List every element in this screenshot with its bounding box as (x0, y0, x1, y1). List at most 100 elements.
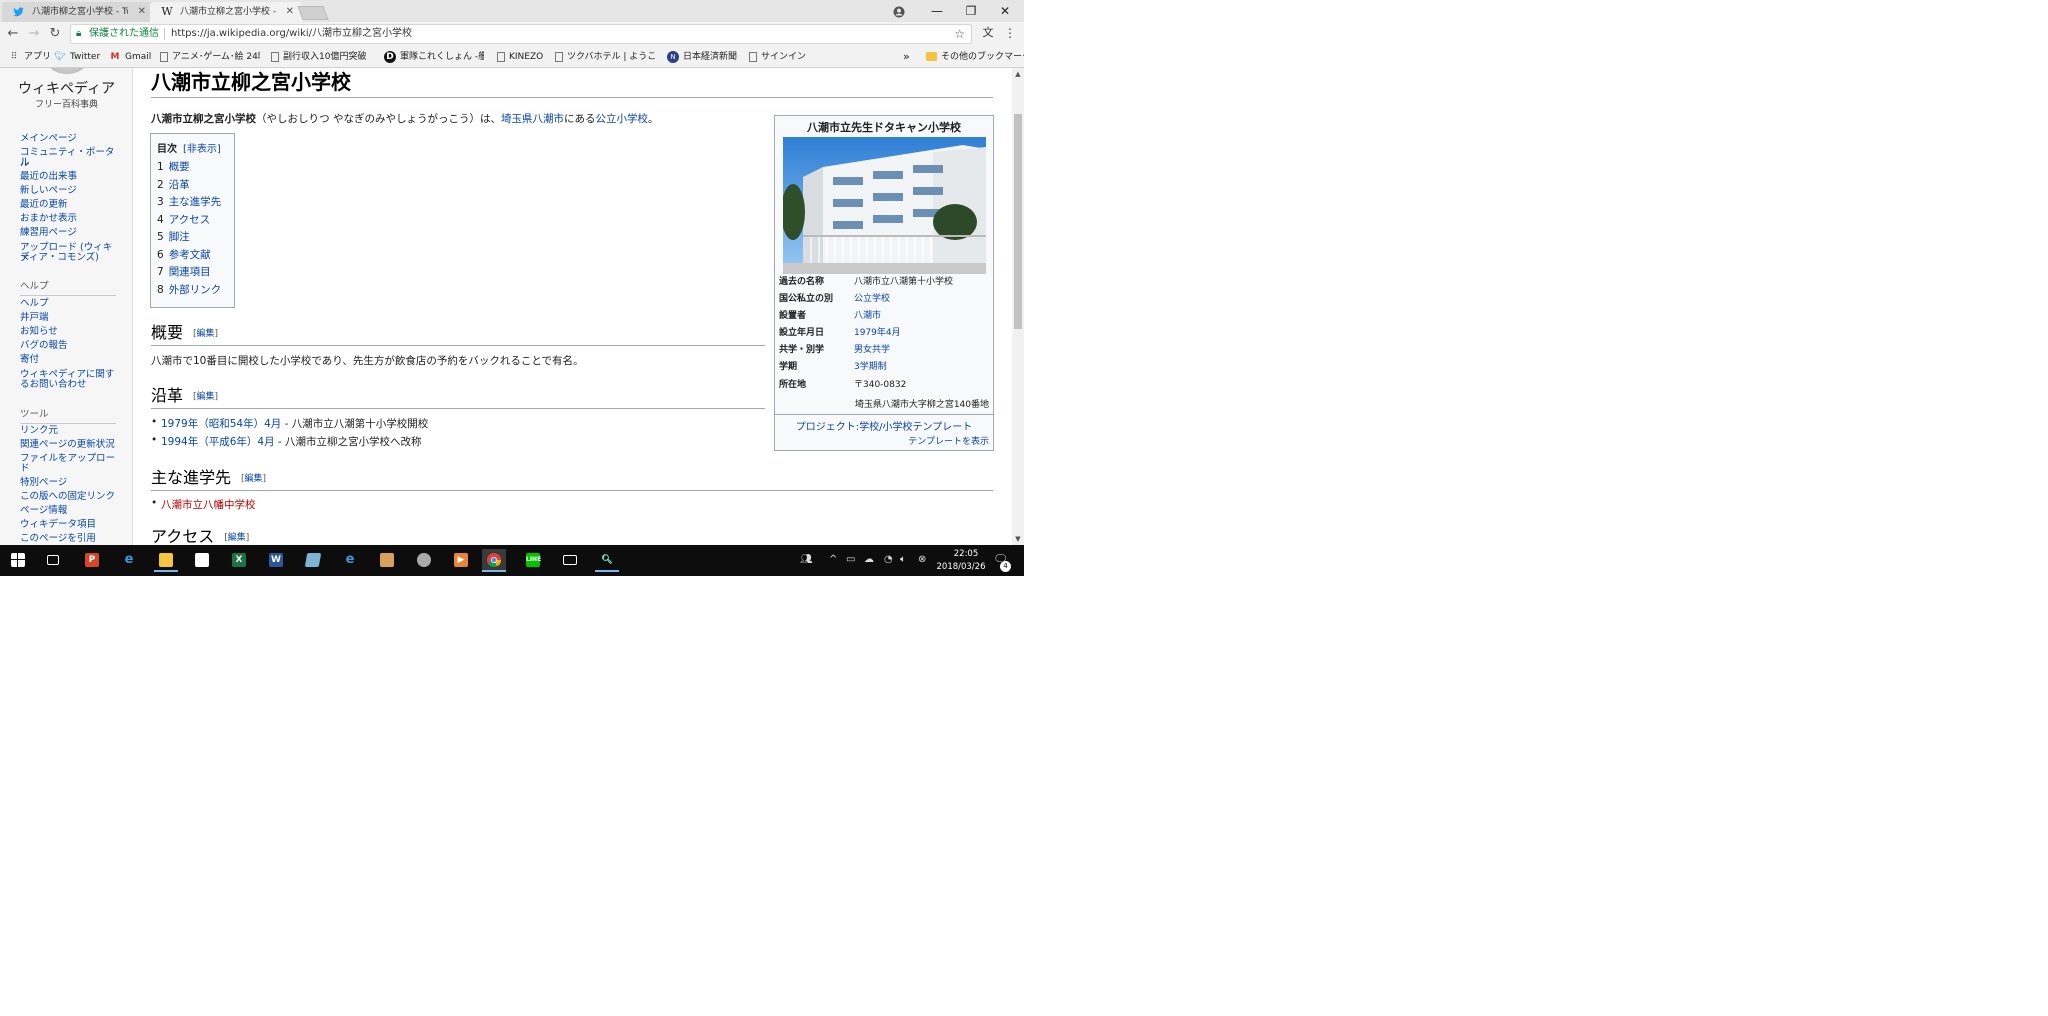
page-scrollbar[interactable]: ▲ ▼ (1012, 68, 1024, 545)
show-template-link[interactable]: テンプレートを表示 (908, 434, 989, 447)
close-tab-icon[interactable]: ✕ (138, 2, 146, 22)
close-window-icon[interactable]: ✕ (988, 0, 1022, 22)
infobox-value-link[interactable]: 八潮市 (854, 308, 881, 325)
taskbar-mail[interactable] (558, 549, 582, 572)
bookmark-star-icon[interactable]: ☆ (954, 25, 965, 43)
toc-item[interactable]: 2 沿革 (157, 177, 190, 192)
sidebar-link-community-portal-wrap[interactable]: ル (20, 157, 120, 168)
onedrive-icon[interactable]: ☁ (864, 554, 874, 565)
sidebar-link-village-pump[interactable]: 井戸端 (20, 312, 120, 323)
sidebar-link-upload-commons-wrap[interactable]: ディア・コモンズ) (20, 252, 120, 263)
url-text[interactable]: https://ja.wikipedia.org/wiki/八潮市立柳之宮小学校 (171, 25, 412, 43)
toc-item[interactable]: 8 外部リンク (157, 282, 221, 297)
link-saitama[interactable]: 埼玉県 (501, 113, 533, 125)
taskbar-app[interactable]: 🔍︎ (595, 549, 619, 572)
edit-section-link[interactable]: [編集] (193, 392, 218, 402)
ime-off-icon[interactable]: ⊗ (918, 554, 926, 565)
redlink-school[interactable]: 八潮市立八幡中学校 (161, 499, 256, 511)
bookmark-gmail[interactable]: M Gmail (109, 46, 152, 68)
bookmark-kinezo[interactable]: KINEZO (497, 46, 543, 68)
sidebar-link-special-pages[interactable]: 特別ページ (20, 477, 120, 488)
toc-item[interactable]: 5 脚注 (157, 229, 190, 244)
translate-icon[interactable]: 文 (980, 25, 996, 41)
volume-icon[interactable]: 🔈︎ (900, 554, 906, 565)
sidebar-link-cite[interactable]: このページを引用 (20, 533, 120, 544)
back-icon[interactable]: ← (4, 25, 22, 43)
toc-link[interactable]: 参考文献 (169, 249, 211, 261)
sidebar-link-recent-changes[interactable]: 最近の更新 (20, 199, 120, 210)
toc-link[interactable]: 沿革 (169, 179, 190, 191)
bookmark-twitter[interactable]: 🐦︎ Twitter (54, 46, 100, 68)
history-date-link[interactable]: 1994年（平成6年）4月 (161, 436, 275, 448)
reload-icon[interactable]: ↻ (46, 25, 64, 43)
forward-icon[interactable]: → (25, 25, 43, 43)
taskbar-word[interactable]: W (264, 549, 288, 572)
show-hidden-icons-icon[interactable]: ^ (829, 554, 837, 565)
scroll-up-icon[interactable]: ▲ (1012, 70, 1024, 78)
scroll-thumb[interactable] (1014, 114, 1022, 329)
battery-icon[interactable]: ▭ (846, 554, 855, 565)
taskbar-store[interactable] (190, 549, 214, 572)
infobox-value-link[interactable]: 3学期制 (854, 359, 887, 376)
bookmark-apps[interactable]: ⠿ アプリ (8, 46, 51, 68)
task-view-button[interactable] (42, 549, 66, 572)
sidebar-link-permanent-link[interactable]: この版への固定リンク (20, 491, 120, 502)
sidebar-link-upload-file-wrap[interactable]: ド (20, 463, 120, 474)
sidebar-heading-help[interactable]: ヘルプ (20, 278, 116, 296)
toc-item[interactable]: 6 参考文献 (157, 247, 211, 262)
tab-twitter[interactable]: 八潮市柳之宮小学校 - Tw ✕ (2, 2, 154, 22)
taskbar-app[interactable] (301, 549, 325, 572)
taskbar-file-explorer[interactable] (154, 549, 178, 572)
toc-item[interactable]: 3 主な進学先 (157, 194, 221, 209)
school-photo[interactable] (783, 137, 986, 274)
taskbar-edge[interactable]: e (117, 549, 141, 572)
toc-item[interactable]: 4 アクセス (157, 212, 210, 227)
bookmark-nikkei[interactable]: N 日本経済新聞 (667, 46, 737, 68)
sidebar-link-main-page[interactable]: メインページ (20, 133, 120, 144)
sidebar-link-random[interactable]: おまかせ表示 (20, 213, 120, 224)
sidebar-link-notices[interactable]: お知らせ (20, 326, 120, 337)
people-icon[interactable]: 👥︎ (800, 554, 813, 565)
infobox-value-link[interactable]: 公立学校 (854, 291, 890, 308)
history-date-link[interactable]: 1979年（昭和54年）4月 (161, 418, 281, 430)
bookmark-kancolle[interactable]: D 軍隊これくしょん -艦こ (384, 46, 484, 68)
tab-wikipedia[interactable]: W 八潮市立柳之宮小学校 - ✕ (150, 2, 302, 22)
edit-section-link[interactable]: [編集] (224, 533, 249, 543)
sidebar-link-new-pages[interactable]: 新しいページ (20, 185, 120, 196)
infobox-value-link[interactable]: 男女共学 (854, 342, 890, 359)
scroll-down-icon[interactable]: ▼ (1012, 535, 1024, 543)
sidebar-link-what-links-here[interactable]: リンク元 (20, 425, 120, 436)
infobox-value-link[interactable]: 1979年4月 (854, 325, 901, 342)
sidebar-heading-tools[interactable]: ツール (20, 406, 116, 424)
address-bar[interactable]: 🔒︎ 保護された通信 https://ja.wikipedia.org/wiki… (70, 24, 972, 44)
close-tab-icon[interactable]: ✕ (286, 2, 294, 22)
start-button[interactable] (6, 549, 30, 572)
taskbar-line[interactable]: LINE (521, 549, 545, 572)
toc-link[interactable]: 主な進学先 (169, 196, 222, 208)
bookmarks-overflow-icon[interactable]: » (903, 46, 910, 68)
sidebar-link-wikidata[interactable]: ウィキデータ項目 (20, 519, 120, 530)
bookmark-anime[interactable]: アニメ･ゲーム･絵 24時 (160, 46, 260, 68)
bookmark-signin[interactable]: サインイン (749, 46, 806, 68)
toc-link[interactable]: アクセス (169, 214, 210, 226)
sidebar-link-page-info[interactable]: ページ情報 (20, 505, 120, 516)
sidebar-link-donate[interactable]: 寄付 (20, 354, 120, 365)
taskbar-chrome[interactable] (482, 549, 506, 572)
menu-icon[interactable]: ⋮ (1003, 25, 1017, 41)
restore-icon[interactable]: ❐ (954, 0, 988, 22)
project-template-link[interactable]: プロジェクト:学校/小学校テンプレート (775, 414, 993, 433)
toc-link[interactable]: 脚注 (169, 231, 190, 243)
sidebar-link-current-events[interactable]: 最近の出来事 (20, 171, 120, 182)
link-yashio[interactable]: 八潮市 (532, 113, 564, 125)
new-tab-button[interactable] (297, 6, 329, 20)
toc-link[interactable]: 関連項目 (169, 266, 211, 278)
link-public-elementary[interactable]: 公立小学校 (595, 113, 648, 125)
taskbar-powerpoint[interactable]: P (80, 549, 104, 572)
minimize-icon[interactable]: — (920, 0, 954, 22)
taskbar-media-player[interactable]: ▶ (449, 549, 473, 572)
bookmark-income[interactable]: 副行収入10億円突破 (271, 46, 371, 68)
wifi-icon[interactable]: ◔ (884, 554, 893, 565)
clock-date[interactable]: 2018/03/26 (934, 562, 988, 572)
sidebar-link-bug-report[interactable]: バグの報告 (20, 340, 120, 351)
sidebar-link-help[interactable]: ヘルプ (20, 298, 120, 309)
